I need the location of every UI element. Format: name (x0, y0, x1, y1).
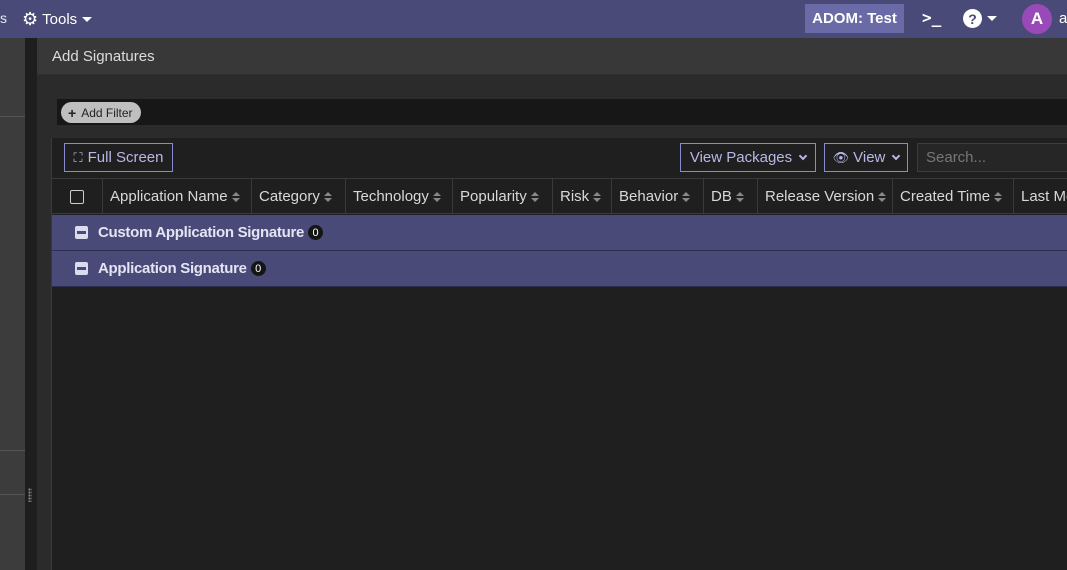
column-header-behavior[interactable]: Behavior (612, 179, 704, 214)
group-name: Application Signature (98, 260, 247, 277)
collapse-icon[interactable] (75, 226, 88, 239)
column-label: Release Version (765, 188, 875, 205)
table-header: Application Name Category Technology Pop… (52, 178, 1067, 214)
tools-menu-label: Tools (42, 10, 78, 28)
sort-icon (735, 191, 744, 202)
terminal-icon[interactable]: >_ (922, 8, 941, 27)
column-header-created-time[interactable]: Created Time (893, 179, 1014, 214)
background-page (0, 38, 25, 570)
add-filter-label: Add Filter (81, 105, 133, 120)
eye-icon: 👁 (832, 149, 850, 165)
truncated-nav-item[interactable]: s (0, 10, 7, 26)
group-row-custom-application-signature[interactable]: Custom Application Signature 0 (52, 215, 1067, 251)
gear-icon: ⚙ (22, 8, 39, 29)
column-header-last-modified[interactable]: Last Mo (1014, 179, 1067, 214)
caret-down-icon (987, 16, 997, 21)
add-signatures-dialog: Add Signatures + Add Filter ⛶ Full Scree… (37, 38, 1067, 570)
divider (0, 494, 25, 495)
view-dropdown[interactable]: 👁 View (824, 143, 908, 172)
select-all-cell (52, 179, 103, 214)
caret-down-icon (82, 16, 93, 22)
signature-table-panel: ⛶ Full Screen View Packages 👁 View Appli… (51, 138, 1067, 570)
column-label: Risk (560, 188, 590, 205)
collapse-icon[interactable] (75, 262, 88, 275)
view-label: View (853, 149, 886, 166)
resize-grip-icon[interactable] (28, 488, 32, 502)
sort-icon (231, 191, 240, 202)
sort-icon (994, 191, 1003, 202)
column-label: Created Time (900, 188, 991, 205)
adom-badge[interactable]: ADOM: Test (805, 4, 904, 33)
column-label: Last Mo (1021, 188, 1067, 205)
top-navigation-bar: s ⚙ Tools ADOM: Test >_ ? A a (0, 0, 1067, 38)
group-row-application-signature[interactable]: Application Signature 0 (52, 251, 1067, 287)
help-icon: ? (963, 9, 982, 28)
column-label: Application Name (110, 188, 228, 205)
chevron-down-icon (798, 151, 808, 160)
column-header-risk[interactable]: Risk (553, 179, 612, 214)
column-header-popularity[interactable]: Popularity (453, 179, 553, 214)
sort-icon (432, 191, 441, 202)
column-header-category[interactable]: Category (252, 179, 346, 214)
column-header-db[interactable]: DB (704, 179, 758, 214)
group-count-badge: 0 (308, 225, 324, 240)
user-name[interactable]: a (1059, 10, 1067, 27)
dialog-header: Add Signatures (37, 38, 1067, 75)
plus-icon: + (68, 104, 77, 121)
column-header-application-name[interactable]: Application Name (103, 179, 252, 214)
help-menu[interactable]: ? (963, 9, 997, 28)
chevron-down-icon (892, 151, 901, 160)
column-header-technology[interactable]: Technology (346, 179, 453, 214)
column-label: Behavior (619, 188, 679, 205)
divider (0, 450, 25, 451)
expand-icon: ⛶ (73, 149, 83, 165)
column-label: Category (259, 188, 320, 205)
sort-icon (593, 191, 602, 202)
table-toolbar: ⛶ Full Screen View Packages 👁 View (52, 138, 1067, 178)
column-label: Popularity (460, 188, 527, 205)
divider (0, 116, 25, 117)
sort-icon (682, 191, 691, 202)
avatar[interactable]: A (1022, 4, 1052, 34)
group-count-badge: 0 (250, 261, 266, 276)
column-label: DB (711, 188, 732, 205)
search-input[interactable] (917, 143, 1067, 172)
sort-icon (878, 191, 887, 202)
view-packages-label: View Packages (689, 149, 793, 166)
sort-icon (323, 191, 332, 202)
filter-bar: + Add Filter (57, 99, 1067, 125)
dialog-title: Add Signatures (52, 48, 155, 65)
full-screen-button[interactable]: ⛶ Full Screen (64, 143, 173, 172)
column-header-release-version[interactable]: Release Version (758, 179, 893, 214)
tools-menu[interactable]: ⚙ Tools (22, 8, 93, 30)
full-screen-label: Full Screen (87, 149, 164, 166)
sort-icon (530, 191, 539, 202)
column-label: Technology (353, 188, 429, 205)
select-all-checkbox[interactable] (70, 189, 84, 204)
group-name: Custom Application Signature (98, 224, 305, 241)
add-filter-button[interactable]: + Add Filter (61, 102, 141, 123)
view-packages-dropdown[interactable]: View Packages (680, 143, 816, 172)
